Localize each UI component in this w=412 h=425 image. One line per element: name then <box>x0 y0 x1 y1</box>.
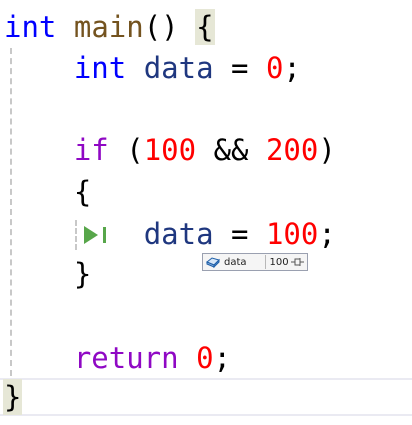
code-line-6[interactable]: data = 100; <box>4 214 336 254</box>
keyword-if: if <box>73 133 109 167</box>
code-editor[interactable]: int main() { int data = 0; if (100 && 20… <box>0 0 412 425</box>
operator-assign: = <box>231 51 249 85</box>
datatip-variable-name: data <box>224 256 247 268</box>
semicolon: ; <box>213 341 232 375</box>
open-brace-highlighted: { <box>195 9 215 45</box>
pin-icon[interactable] <box>290 256 305 268</box>
code-line-1[interactable]: int main() { <box>4 7 215 47</box>
datatip[interactable]: data 100 <box>202 253 308 271</box>
keyword-int: int <box>73 51 127 85</box>
number-literal: 0 <box>196 341 214 375</box>
datatip-separator <box>264 255 266 269</box>
identifier-data: data <box>143 51 214 85</box>
number-literal: 100 <box>265 217 319 251</box>
number-literal: 0 <box>265 51 284 85</box>
code-line-10[interactable]: } <box>2 377 23 417</box>
indent-guide <box>10 48 12 376</box>
close-brace: } <box>73 257 92 291</box>
code-line-7[interactable]: } <box>4 254 91 294</box>
semicolon: ; <box>318 217 336 251</box>
number-literal: 200 <box>265 133 319 167</box>
identifier-data: data <box>143 217 214 251</box>
code-line-5[interactable]: { <box>4 172 91 212</box>
close-paren: ) <box>318 133 336 167</box>
function-name: main <box>73 10 144 44</box>
operator-assign: = <box>231 217 249 251</box>
parens: () <box>143 10 179 44</box>
operator-and: && <box>213 133 249 167</box>
open-paren: ( <box>126 133 144 167</box>
code-line-9[interactable]: return 0; <box>4 338 231 378</box>
code-line-4[interactable]: if (100 && 200) <box>4 130 336 170</box>
keyword-return: return <box>73 341 179 375</box>
datatip-value[interactable]: 100 <box>270 257 289 268</box>
semicolon: ; <box>283 51 301 85</box>
open-brace: { <box>73 175 92 209</box>
variable-icon <box>205 255 221 269</box>
close-brace-highlighted: } <box>2 379 23 415</box>
current-line-highlight <box>0 378 412 416</box>
number-literal: 100 <box>143 133 197 167</box>
keyword-int: int <box>4 10 57 44</box>
code-line-2[interactable]: int data = 0; <box>4 48 301 88</box>
